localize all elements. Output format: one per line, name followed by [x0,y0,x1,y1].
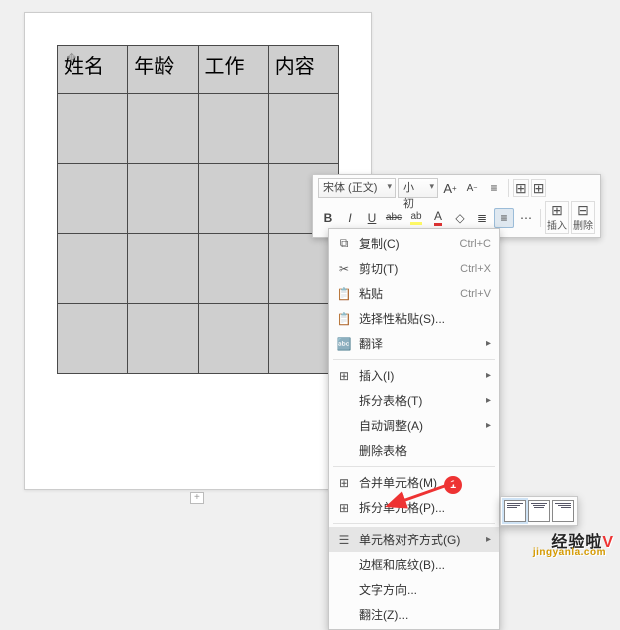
table-insert-group[interactable]: ⊞ [513,179,529,197]
align-center-button[interactable]: ≡ [494,208,514,228]
paste-special-icon: 📋 [335,312,353,326]
context-menu: ⧉ 复制(C) Ctrl+C ✂ 剪切(T) Ctrl+X 📋 粘贴 Ctrl+… [328,228,500,630]
table-move-handle[interactable]: ✥ [67,51,79,63]
table-delete-button[interactable]: ⊟ 删除 [571,201,595,234]
grow-font-button[interactable]: A+ [440,178,460,198]
annotation-step-badge: 1 [444,476,462,494]
bold-button[interactable]: B [318,208,338,228]
insert-icon: ⊞ [335,369,353,383]
align-top-left[interactable] [504,500,526,522]
shrink-font-button[interactable]: A− [462,178,482,198]
strikethrough-button[interactable]: abc [384,208,404,228]
menu-delete-table[interactable]: 删除表格 [329,438,499,463]
menu-separator [333,523,495,524]
menu-properties[interactable]: 翻注(Z)... [329,602,499,627]
underline-button[interactable]: U [362,208,382,228]
menu-cut[interactable]: ✂ 剪切(T) Ctrl+X [329,256,499,281]
menu-translate[interactable]: 🔤 翻译 ▸ [329,331,499,356]
menu-paste[interactable]: 📋 粘贴 Ctrl+V [329,281,499,306]
menu-copy[interactable]: ⧉ 复制(C) Ctrl+C [329,231,499,256]
font-size-select[interactable]: 小初 [398,178,438,198]
menu-separator [333,466,495,467]
split-icon: ⊞ [335,501,353,515]
table-row [58,304,339,374]
align-top-center[interactable] [528,500,550,522]
table-icon: ⊞ [533,181,545,195]
font-color-button[interactable]: A [428,208,448,228]
chevron-right-icon: ▸ [486,534,491,545]
header-cell[interactable]: 内容 [268,46,338,94]
table-icon: ⊞ [515,181,527,195]
italic-button[interactable]: I [340,208,360,228]
table-row [58,164,339,234]
menu-separator [333,359,495,360]
copy-icon: ⧉ [335,236,353,251]
menu-paste-special[interactable]: 📋 选择性粘贴(S)... [329,306,499,331]
menu-split-table[interactable]: 拆分表格(T) ▸ [329,388,499,413]
document-page: ✥ 姓名 年龄 工作 内容 [24,12,372,490]
merge-icon: ⊞ [335,476,353,490]
paste-icon: 📋 [335,287,353,301]
menu-merge-cells[interactable]: ⊞ 合并单元格(M) [329,470,499,495]
menu-auto-fit[interactable]: 自动调整(A) ▸ [329,413,499,438]
chevron-right-icon: ▸ [486,420,491,431]
table-delete-group[interactable]: ⊞ [531,179,547,197]
menu-text-direction[interactable]: 文字方向... [329,577,499,602]
delete-icon: ⊟ [577,203,589,217]
header-cell[interactable]: 工作 [198,46,268,94]
align-icon: ☰ [335,533,353,547]
chevron-right-icon: ▸ [486,338,491,349]
alignment-submenu [500,496,578,526]
menu-split-cells[interactable]: ⊞ 拆分单元格(P)... [329,495,499,520]
header-cell[interactable]: 年龄 [128,46,198,94]
translate-icon: 🔤 [335,337,353,351]
document-table[interactable]: 姓名 年龄 工作 内容 [57,45,339,374]
table-row [58,94,339,164]
shading-button[interactable]: ◇ [450,208,470,228]
cut-icon: ✂ [335,262,353,276]
chevron-right-icon: ▸ [486,395,491,406]
bullets-button[interactable]: ≣ [472,208,492,228]
watermark: 经验啦V jingyanla.com [551,528,614,552]
table-insert-button[interactable]: ⊞ 插入 [545,201,569,234]
font-family-select[interactable]: 宋体 (正文) [318,178,396,198]
table-extend-bottom-handle[interactable]: + [190,492,204,504]
menu-cell-alignment[interactable]: ☰ 单元格对齐方式(G) ▸ [329,527,499,552]
more-icon[interactable]: ⋯ [516,208,536,228]
table-row: 姓名 年龄 工作 内容 [58,46,339,94]
line-spacing-button[interactable]: ≡ [484,178,504,198]
align-top-right[interactable] [552,500,574,522]
menu-insert[interactable]: ⊞ 插入(I) ▸ [329,363,499,388]
chevron-right-icon: ▸ [486,370,491,381]
table-row [58,234,339,304]
insert-icon: ⊞ [551,203,563,217]
menu-borders[interactable]: 边框和底纹(B)... [329,552,499,577]
